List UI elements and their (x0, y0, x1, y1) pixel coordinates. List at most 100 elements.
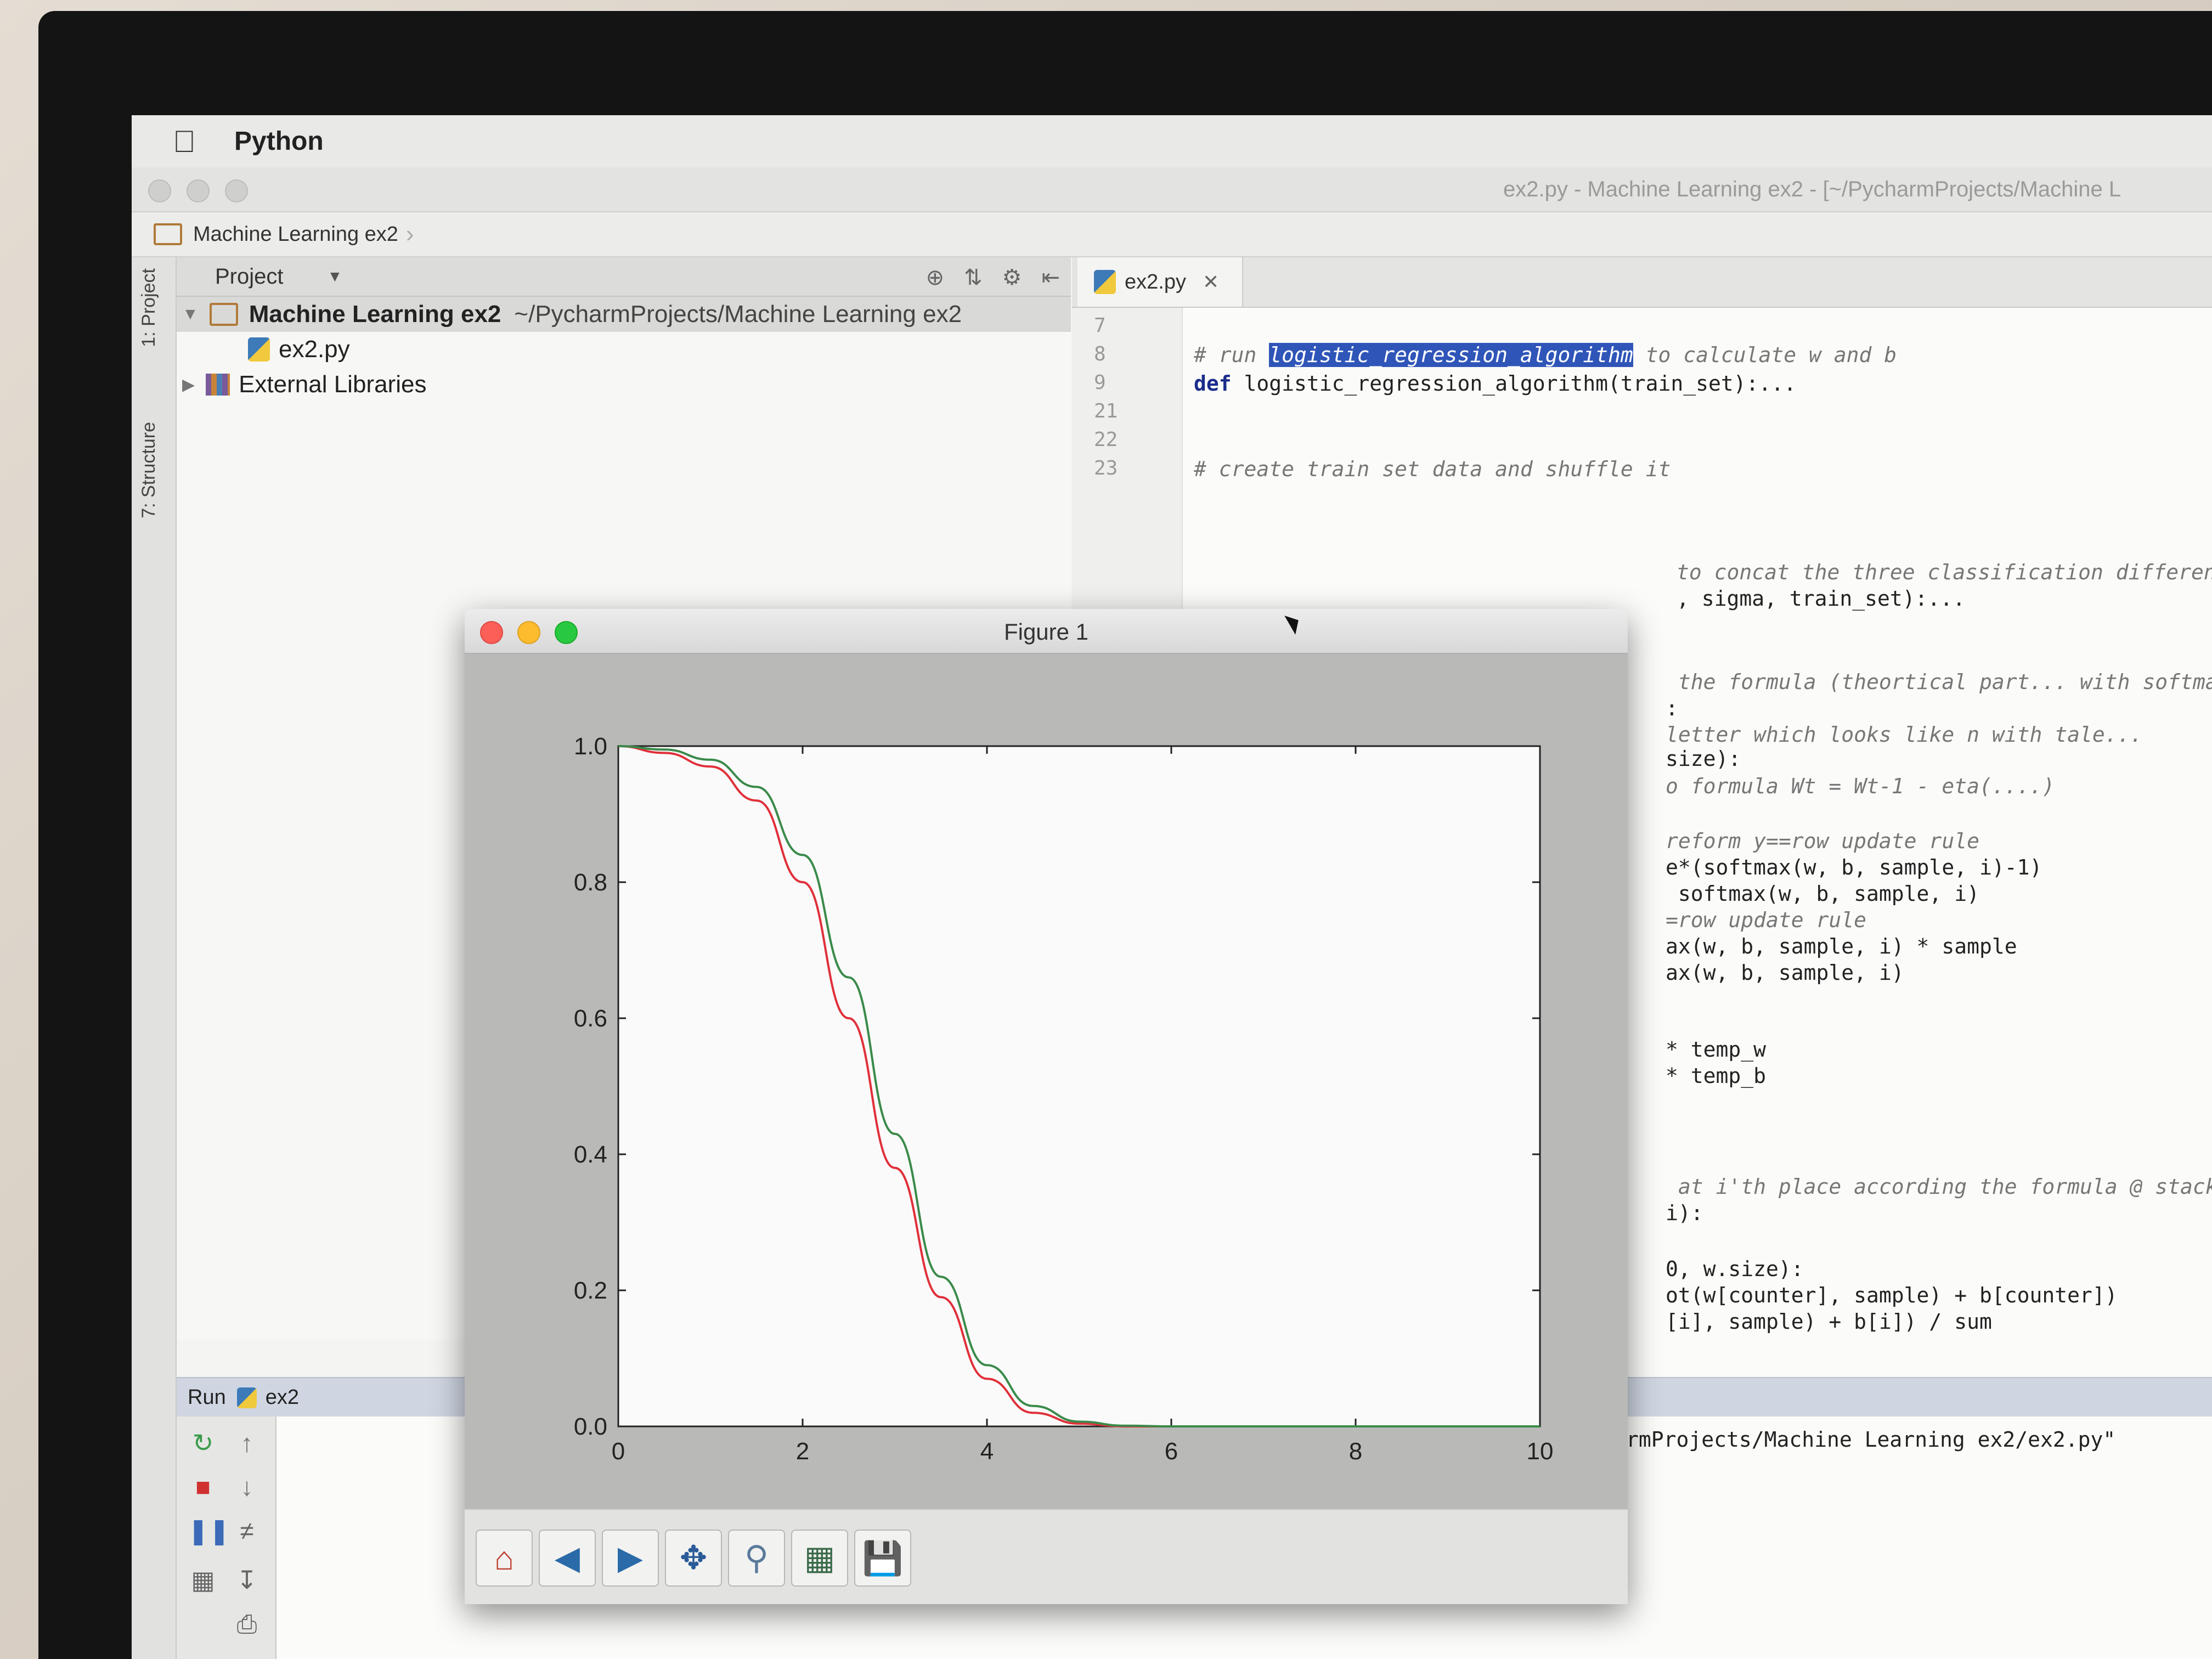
code-line-9: def logistic_regression_algorithm(train_… (1194, 371, 1797, 396)
run-label: Run (188, 1386, 226, 1409)
back-icon[interactable]: ◀ (539, 1530, 596, 1587)
python-run-config-icon (236, 1387, 257, 1408)
menubar:  Python (132, 115, 2212, 168)
tab-label: ex2.py (1125, 270, 1186, 294)
y-tick-label: 0.2 (574, 1277, 607, 1304)
close-icon[interactable]: ✕ (1203, 270, 1219, 294)
code-line: ax(w, b, sample, i) * sample (1666, 934, 2017, 958)
scroll-from-source-icon[interactable]: ⊕ (926, 265, 945, 290)
python-file-icon (248, 337, 270, 362)
selected-text: logistic_regression_algorithm (1269, 343, 1633, 367)
collapse-all-icon[interactable]: ⇅ (964, 265, 983, 290)
tab-project[interactable]: 1: Project (138, 268, 160, 347)
soft-wrap-icon[interactable]: ≠ (232, 1515, 262, 1546)
code-line-8: # run logistic_regression_algorithm to c… (1194, 343, 1897, 367)
apple-icon[interactable]:  (173, 123, 196, 159)
y-tick-label: 0.8 (574, 869, 607, 896)
save-icon[interactable]: 💾 (854, 1530, 911, 1587)
expand-arrow-icon[interactable]: ▼ (182, 305, 199, 324)
rerun-icon[interactable]: ↻ (188, 1427, 218, 1458)
plot-area (617, 745, 1541, 1427)
tree-item-ex2-py[interactable]: ex2.py (248, 332, 350, 367)
x-tick-label: 8 (1349, 1438, 1362, 1465)
x-tick-label: 10 (1527, 1438, 1554, 1465)
console-output: rmProjects/Machine Learning ex2/ex2.py" (1626, 1427, 2116, 1452)
line-number: 8 (1094, 343, 1106, 365)
folder-icon (209, 303, 238, 326)
line-number: 22 (1094, 428, 1118, 451)
x-tick-label: 4 (980, 1438, 994, 1465)
x-tick-label: 2 (796, 1438, 809, 1465)
run-config-name[interactable]: ex2 (266, 1386, 299, 1409)
zoom-window-icon[interactable] (225, 179, 248, 202)
tree-item-label: ex2.py (279, 336, 350, 363)
ide-titlebar: ex2.py - Machine Learning ex2 - [~/Pycha… (132, 167, 2212, 212)
code-line: * temp_w (1666, 1037, 1767, 1062)
stop-icon[interactable]: ■ (188, 1471, 218, 1502)
chart: 0 2 4 6 8 10 0.0 0.2 0.4 0.6 0.8 1.0 (574, 733, 1554, 1465)
code-line: letter which looks like n with tale... (1666, 723, 2143, 747)
x-tick-label: 0 (612, 1438, 625, 1465)
line-number: 23 (1094, 457, 1118, 479)
y-tick-label: 0.0 (574, 1413, 607, 1440)
figure-title: Figure 1 (1003, 619, 1089, 645)
code-line: at i'th place according the formula @ st… (1678, 1175, 2212, 1199)
tree-item-label: Machine Learning ex2 (249, 301, 501, 328)
chevron-right-icon: › (405, 221, 414, 247)
x-tick-label: 6 (1165, 1438, 1178, 1465)
scroll-to-end-icon[interactable]: ↧ (232, 1565, 262, 1595)
project-view-selector[interactable]: Project (215, 264, 284, 289)
y-tick-label: 1.0 (574, 733, 607, 760)
line-number: 9 (1094, 371, 1106, 394)
tree-item-path: ~/PycharmProjects/Machine Learning ex2 (514, 301, 962, 328)
breadcrumb-project[interactable]: Machine Learning ex2 (193, 223, 398, 246)
code-line: the formula (theortical part... with sof… (1666, 670, 2212, 694)
layout-icon[interactable]: ▦ (188, 1565, 218, 1595)
line-number: 7 (1094, 314, 1106, 337)
figure-titlebar: Figure 1 (465, 609, 1628, 654)
code-line: ot(w[counter], sample) + b[counter]) (1666, 1283, 2118, 1307)
pan-icon[interactable]: ✥ (665, 1530, 722, 1587)
code-line: =row update rule (1666, 908, 1867, 932)
y-tick-label: 0.4 (574, 1141, 607, 1168)
hide-panel-icon[interactable]: ⇤ (1041, 265, 1060, 290)
code-line: softmax(w, b, sample, i) (1666, 882, 1979, 906)
zoom-icon[interactable]: ⚲ (728, 1530, 785, 1587)
close-window-icon[interactable] (148, 179, 171, 202)
code-line: ax(w, b, sample, i) (1666, 961, 1904, 985)
configure-subplots-icon[interactable]: ▦ (791, 1530, 848, 1587)
gear-icon[interactable]: ⚙ (1002, 265, 1022, 290)
folder-icon (154, 223, 182, 245)
screen:  Python ex2.py - Machine Learning ex2 -… (132, 115, 2212, 1659)
tree-item-label: External Libraries (239, 371, 427, 398)
python-file-icon (1094, 270, 1116, 294)
code-line: * temp_b (1666, 1064, 1767, 1088)
code-line-23: # create train set data and shuffle it (1194, 457, 1671, 481)
line-number: 21 (1094, 400, 1118, 422)
y-tick-label: 0.6 (574, 1005, 607, 1032)
code-line: i): (1666, 1201, 1703, 1225)
tree-item-external-libraries[interactable]: ▶ External Libraries (177, 367, 426, 402)
pause-icon[interactable]: ❚❚ (188, 1515, 230, 1546)
figure-window: Figure 1 0 2 4 6 8 10 0.0 0.2 0.4 0.6 0.8 1.0 ⌂ ◀ ▶… (465, 609, 1628, 1604)
tab-structure[interactable]: 7: Structure (138, 422, 160, 518)
code-line: o formula Wt = Wt-1 - eta(....) (1666, 774, 2055, 798)
arrow-down-icon[interactable]: ↓ (232, 1471, 262, 1502)
code-line: 0, w.size): (1666, 1257, 1804, 1281)
forward-icon[interactable]: ▶ (602, 1530, 659, 1587)
collapse-arrow-icon[interactable]: ▶ (182, 375, 195, 394)
chevron-down-icon[interactable]: ▼ (328, 268, 343, 285)
library-icon (206, 374, 230, 396)
code-line: size): (1666, 747, 1741, 771)
app-name[interactable]: Python (234, 126, 324, 156)
project-panel-header: Project ▼ ⊕ ⇅ ⚙ ⇤ (177, 257, 1071, 297)
figure-toolbar: ⌂ ◀ ▶ ✥ ⚲ ▦ 💾 (465, 1509, 1628, 1604)
print-icon[interactable]: ⎙ (232, 1609, 262, 1639)
minimize-window-icon[interactable] (187, 179, 210, 202)
home-icon[interactable]: ⌂ (476, 1530, 533, 1587)
arrow-up-icon[interactable]: ↑ (232, 1427, 262, 1458)
tree-item-project-root[interactable]: ▼ Machine Learning ex2 ~/PycharmProjects… (177, 297, 1071, 332)
window-title: ex2.py - Machine Learning ex2 - [~/Pycha… (1503, 177, 2121, 201)
breadcrumb: Machine Learning ex2 › (132, 212, 2212, 257)
tab-ex2-py[interactable]: ex2.py ✕ (1077, 257, 1243, 307)
